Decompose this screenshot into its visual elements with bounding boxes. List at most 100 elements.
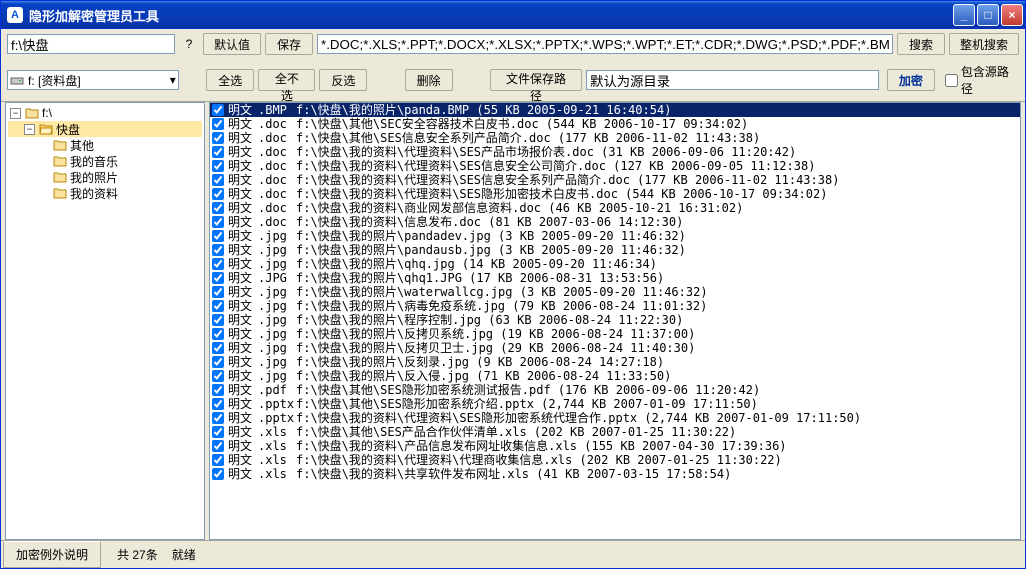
file-path: f:\快盘\我的资料\产品信息发布网址收集信息.xls (155 KB 2007… xyxy=(296,439,1018,453)
file-row[interactable]: 明文.docf:\快盘\我的资料\代理资料\SES信息安全系列产品简介.doc … xyxy=(210,173,1020,187)
file-checkbox[interactable] xyxy=(212,216,224,228)
file-status: 明文 xyxy=(228,313,258,327)
file-row[interactable]: 明文.BMPf:\快盘\我的照片\panda.BMP (55 KB 2005-0… xyxy=(210,103,1020,117)
tree-root-label: f:\ xyxy=(42,106,52,120)
file-status: 明文 xyxy=(228,467,258,481)
file-checkbox[interactable] xyxy=(212,286,224,298)
file-checkbox[interactable] xyxy=(212,160,224,172)
tree-child[interactable]: 我的音乐 xyxy=(8,153,202,169)
file-checkbox[interactable] xyxy=(212,384,224,396)
file-checkbox[interactable] xyxy=(212,300,224,312)
file-checkbox[interactable] xyxy=(212,440,224,452)
extensions-input[interactable] xyxy=(317,34,893,54)
file-checkbox[interactable] xyxy=(212,202,224,214)
file-path: f:\快盘\我的资料\代理资料\代理商收集信息.xls (202 KB 2007… xyxy=(296,453,1018,467)
include-source-checkbox[interactable]: 包含源路径 xyxy=(945,63,1019,97)
file-checkbox[interactable] xyxy=(212,328,224,340)
file-status: 明文 xyxy=(228,131,258,145)
tree-root[interactable]: − f:\ xyxy=(8,105,202,121)
drive-label: f: [资料盘] xyxy=(28,72,81,89)
maximize-button[interactable]: □ xyxy=(977,4,999,26)
file-row[interactable]: 明文.JPGf:\快盘\我的照片\qhq1.JPG (17 KB 2006-08… xyxy=(210,271,1020,285)
select-none-button[interactable]: 全不选 xyxy=(258,69,315,91)
file-checkbox[interactable] xyxy=(212,132,224,144)
file-row[interactable]: 明文.pdff:\快盘\其他\SES隐形加密系统测试报告.pdf (176 KB… xyxy=(210,383,1020,397)
help-question[interactable]: ? xyxy=(183,37,195,51)
file-checkbox[interactable] xyxy=(212,342,224,354)
file-row[interactable]: 明文.docf:\快盘\我的资料\信息发布.doc (81 KB 2007-03… xyxy=(210,215,1020,229)
delete-button[interactable]: 删除 xyxy=(405,69,453,91)
file-row[interactable]: 明文.pptxf:\快盘\其他\SES隐形加密系统介绍.pptx (2,744 … xyxy=(210,397,1020,411)
file-checkbox[interactable] xyxy=(212,468,224,480)
select-all-button[interactable]: 全选 xyxy=(206,69,254,91)
file-row[interactable]: 明文.xlsf:\快盘\我的资料\代理资料\代理商收集信息.xls (202 K… xyxy=(210,453,1020,467)
path-input[interactable] xyxy=(7,34,175,54)
file-checkbox[interactable] xyxy=(212,356,224,368)
file-checkbox[interactable] xyxy=(212,244,224,256)
file-checkbox[interactable] xyxy=(212,412,224,424)
tree-kuaipan[interactable]: − 快盘 xyxy=(8,121,202,137)
file-row[interactable]: 明文.jpgf:\快盘\我的照片\病毒免疫系统.jpg (79 KB 2006-… xyxy=(210,299,1020,313)
save-path-button[interactable]: 文件保存路径 xyxy=(490,69,582,91)
file-checkbox[interactable] xyxy=(212,118,224,130)
drive-select[interactable]: f: [资料盘] ▾ xyxy=(7,70,179,90)
file-checkbox[interactable] xyxy=(212,454,224,466)
close-button[interactable]: × xyxy=(1001,4,1023,26)
file-checkbox[interactable] xyxy=(212,398,224,410)
encrypt-button[interactable]: 加密 xyxy=(887,69,935,91)
search-button[interactable]: 搜索 xyxy=(897,33,945,55)
file-row[interactable]: 明文.xlsf:\快盘\其他\SES产品合作伙伴清单.xls (202 KB 2… xyxy=(210,425,1020,439)
file-checkbox[interactable] xyxy=(212,188,224,200)
file-checkbox[interactable] xyxy=(212,314,224,326)
save-button[interactable]: 保存 xyxy=(265,33,313,55)
tree-child[interactable]: 其他 xyxy=(8,137,202,153)
collapse-icon[interactable]: − xyxy=(10,108,21,119)
file-row[interactable]: 明文.jpgf:\快盘\我的照片\pandausb.jpg (3 KB 2005… xyxy=(210,243,1020,257)
tree-child[interactable]: 我的资料 xyxy=(8,185,202,201)
file-list[interactable]: 明文.BMPf:\快盘\我的照片\panda.BMP (55 KB 2005-0… xyxy=(209,102,1021,540)
help-exception-button[interactable]: 加密例外说明 xyxy=(3,541,101,568)
file-checkbox[interactable] xyxy=(212,426,224,438)
file-ext: .doc xyxy=(258,159,296,173)
file-row[interactable]: 明文.jpgf:\快盘\我的照片\程序控制.jpg (63 KB 2006-08… xyxy=(210,313,1020,327)
file-checkbox[interactable] xyxy=(212,258,224,270)
file-checkbox[interactable] xyxy=(212,104,224,116)
include-source-checkbox-input[interactable] xyxy=(945,74,958,87)
file-checkbox[interactable] xyxy=(212,272,224,284)
file-row[interactable]: 明文.docf:\快盘\其他\SEC安全容器技术白皮书.doc (544 KB … xyxy=(210,117,1020,131)
default-button[interactable]: 默认值 xyxy=(203,33,261,55)
file-row[interactable]: 明文.xlsf:\快盘\我的资料\共享软件发布网址.xls (41 KB 200… xyxy=(210,467,1020,481)
full-search-button[interactable]: 整机搜索 xyxy=(949,33,1019,55)
file-checkbox[interactable] xyxy=(212,174,224,186)
target-dir-input[interactable] xyxy=(586,70,879,90)
app-icon: A xyxy=(7,7,23,23)
file-checkbox[interactable] xyxy=(212,370,224,382)
file-path: f:\快盘\我的照片\反拷贝卫士.jpg (29 KB 2006-08-24 1… xyxy=(296,341,1018,355)
file-row[interactable]: 明文.docf:\快盘\其他\SES信息安全系列产品简介.doc (177 KB… xyxy=(210,131,1020,145)
file-row[interactable]: 明文.jpgf:\快盘\我的照片\反拷贝系统.jpg (19 KB 2006-0… xyxy=(210,327,1020,341)
invert-select-button[interactable]: 反选 xyxy=(319,69,367,91)
collapse-icon[interactable]: − xyxy=(24,124,35,135)
file-path: f:\快盘\我的照片\反入侵.jpg (71 KB 2006-08-24 11:… xyxy=(296,369,1018,383)
file-row[interactable]: 明文.pptxf:\快盘\我的资料\代理资料\SES隐形加密系统代理合作.ppt… xyxy=(210,411,1020,425)
file-row[interactable]: 明文.docf:\快盘\我的资料\代理资料\SES隐形加密技术白皮书.doc (… xyxy=(210,187,1020,201)
file-row[interactable]: 明文.docf:\快盘\我的资料\代理资料\SES信息安全公司简介.doc (1… xyxy=(210,159,1020,173)
file-row[interactable]: 明文.jpgf:\快盘\我的照片\反拷贝卫士.jpg (29 KB 2006-0… xyxy=(210,341,1020,355)
tree-child[interactable]: 我的照片 xyxy=(8,169,202,185)
file-checkbox[interactable] xyxy=(212,146,224,158)
file-ext: .jpg xyxy=(258,229,296,243)
file-row[interactable]: 明文.docf:\快盘\我的资料\商业网发部信息资料.doc (46 KB 20… xyxy=(210,201,1020,215)
file-row[interactable]: 明文.jpgf:\快盘\我的照片\pandadev.jpg (3 KB 2005… xyxy=(210,229,1020,243)
file-row[interactable]: 明文.jpgf:\快盘\我的照片\反入侵.jpg (71 KB 2006-08-… xyxy=(210,369,1020,383)
file-row[interactable]: 明文.jpgf:\快盘\我的照片\qhq.jpg (14 KB 2005-09-… xyxy=(210,257,1020,271)
file-row[interactable]: 明文.docf:\快盘\我的资料\代理资料\SES产品市场报价表.doc (31… xyxy=(210,145,1020,159)
tree-child-label: 我的照片 xyxy=(70,169,118,186)
file-row[interactable]: 明文.xlsf:\快盘\我的资料\产品信息发布网址收集信息.xls (155 K… xyxy=(210,439,1020,453)
file-ext: .jpg xyxy=(258,299,296,313)
minimize-button[interactable]: _ xyxy=(953,4,975,26)
folder-tree[interactable]: − f:\ − 快盘 其他我的音乐我的照片我的资料 xyxy=(5,102,205,540)
file-row[interactable]: 明文.jpgf:\快盘\我的照片\waterwallcg.jpg (3 KB 2… xyxy=(210,285,1020,299)
file-row[interactable]: 明文.jpgf:\快盘\我的照片\反刻录.jpg (9 KB 2006-08-2… xyxy=(210,355,1020,369)
file-ext: .jpg xyxy=(258,327,296,341)
file-checkbox[interactable] xyxy=(212,230,224,242)
